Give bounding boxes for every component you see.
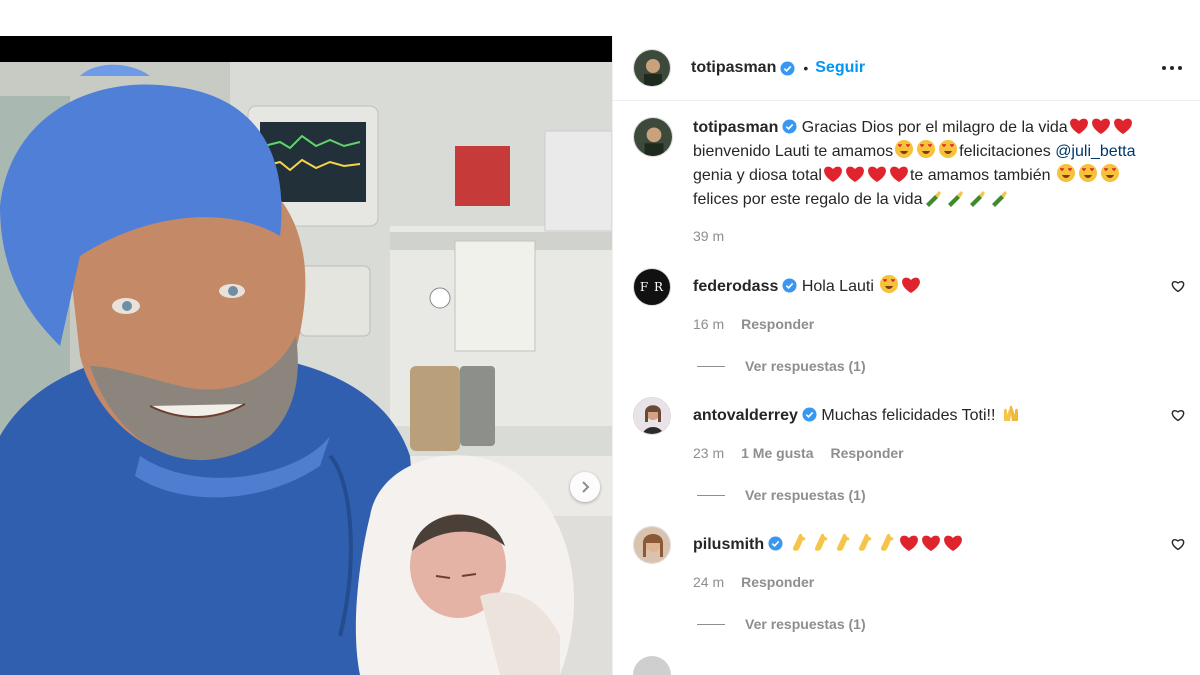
red-heart-icon [899, 535, 918, 551]
red-heart-icon [921, 535, 940, 551]
clapping-hands-emoji-icon [836, 533, 849, 551]
post-header: totipasman • Seguir [613, 36, 1200, 101]
reply-button[interactable]: Responder [741, 316, 814, 332]
verified-badge-icon [768, 536, 783, 551]
caption-part-6: felices por este regalo de la vida [693, 191, 923, 208]
clapping-hands-emoji-icon [880, 533, 893, 551]
comment-meta: 24 m Responder [693, 574, 1193, 590]
caption-username[interactable]: totipasman [693, 119, 778, 136]
caption-part-1: Gracias Dios por el milagro de la vida [801, 119, 1068, 136]
view-replies-button[interactable]: Ver respuestas (1) [697, 487, 1193, 503]
champagne-bottle-icon [948, 191, 964, 207]
commenter-avatar[interactable]: F R [633, 268, 671, 306]
champagne-bottle-icon [926, 191, 942, 207]
commenter-avatar[interactable] [633, 397, 671, 435]
post-side-panel: totipasman • Seguir totipasman Gracias D… [612, 36, 1200, 675]
heart-eyes-emoji-icon [939, 140, 958, 158]
comment-text: antovalderrey Muchas felicidades Toti!! [693, 403, 1022, 435]
comment-time: 23 m [693, 445, 725, 461]
red-heart-icon [846, 166, 864, 182]
post-photo-image [0, 36, 612, 675]
reply-button[interactable]: Responder [741, 574, 814, 590]
red-heart-icon [890, 166, 908, 182]
comment-item: antovalderrey Muchas felicidades Toti!! … [633, 397, 1193, 503]
view-replies-label: Ver respuestas (1) [745, 358, 866, 374]
caption-text: totipasman Gracias Dios por el milagro d… [693, 117, 1163, 247]
more-options-icon[interactable] [1162, 66, 1182, 70]
heart-eyes-emoji-icon [917, 140, 936, 158]
author-username[interactable]: totipasman [691, 59, 776, 77]
comment-likes-count[interactable]: 1 Me gusta [741, 445, 813, 461]
clapping-hands-emoji-icon [858, 533, 871, 551]
champagne-bottle-icon [970, 191, 986, 207]
heart-outline-icon[interactable] [1171, 280, 1185, 293]
commenter-avatar[interactable] [633, 656, 671, 675]
verified-badge-icon [780, 60, 795, 76]
chevron-right-icon [582, 481, 590, 493]
clapping-hands-emoji-icon [792, 533, 805, 551]
heart-eyes-emoji-icon [1100, 164, 1119, 182]
replies-divider [697, 494, 725, 496]
instagram-post-view: totipasman • Seguir totipasman Gracias D… [0, 0, 1200, 675]
caption-mention-link[interactable]: @juli_betta [1055, 143, 1135, 160]
caption-author-avatar[interactable] [633, 117, 673, 157]
red-heart-icon [1069, 118, 1088, 134]
comment-body: Hola Lauti [801, 278, 874, 295]
red-heart-icon [824, 166, 842, 182]
champagne-bottle-icon [992, 191, 1008, 207]
replies-divider [697, 365, 725, 367]
heart-outline-icon[interactable] [1171, 409, 1185, 422]
comment-body: Muchas felicidades Toti!! [821, 407, 996, 424]
post-timestamp: 39 m [693, 228, 725, 244]
comment-time: 24 m [693, 574, 725, 590]
heart-eyes-emoji-icon [1078, 164, 1097, 182]
commenter-username[interactable]: antovalderrey [693, 407, 798, 424]
red-heart-icon [1113, 118, 1132, 134]
comment-meta: 16 m Responder [693, 316, 1193, 332]
red-heart-icon [868, 166, 886, 182]
heart-outline-icon[interactable] [1171, 538, 1185, 551]
caption-part-4: genia y diosa total [693, 167, 822, 184]
caption-part-3: felicitaciones [959, 143, 1051, 160]
commenter-username[interactable]: pilusmith [693, 536, 764, 553]
replies-divider [697, 623, 725, 625]
heart-eyes-emoji-icon [880, 275, 899, 293]
verified-badge-icon [802, 407, 817, 422]
red-heart-icon [902, 277, 921, 293]
reply-button[interactable]: Responder [830, 445, 903, 461]
red-heart-icon [943, 535, 962, 551]
view-replies-button[interactable]: Ver respuestas (1) [697, 616, 1193, 632]
follow-button[interactable]: Seguir [815, 59, 865, 77]
view-replies-button[interactable]: Ver respuestas (1) [697, 358, 1193, 374]
caption-part-2: bienvenido Lauti te amamos [693, 143, 894, 160]
commenter-avatar[interactable] [633, 526, 671, 564]
header-separator: • [803, 60, 809, 76]
comment-meta: 23 m 1 Me gusta Responder [693, 445, 1193, 461]
verified-badge-icon [782, 278, 797, 293]
heart-eyes-emoji-icon [895, 140, 914, 158]
heart-eyes-emoji-icon [1056, 164, 1075, 182]
comment-time: 16 m [693, 316, 725, 332]
red-heart-icon [1091, 118, 1110, 134]
post-photo[interactable] [0, 36, 612, 675]
comment-item: F R federodass Hola Lauti 16 m Responder… [633, 268, 1193, 374]
comment-text: pilusmith [693, 532, 964, 564]
view-replies-label: Ver respuestas (1) [745, 616, 866, 632]
comment-item: pilusmith 24 m Responder Ver respuestas … [633, 526, 1193, 632]
raising-hands-emoji-icon [1003, 405, 1018, 421]
commenter-username[interactable]: federodass [693, 278, 778, 295]
verified-badge-icon [782, 119, 797, 134]
comment-text: federodass Hola Lauti [693, 274, 922, 306]
caption-part-5: te amamos también [909, 167, 1051, 184]
next-photo-button[interactable] [570, 472, 600, 502]
post-caption: totipasman Gracias Dios por el milagro d… [613, 101, 1200, 247]
view-replies-label: Ver respuestas (1) [745, 487, 866, 503]
clapping-hands-emoji-icon [814, 533, 827, 551]
author-avatar[interactable] [633, 49, 671, 87]
